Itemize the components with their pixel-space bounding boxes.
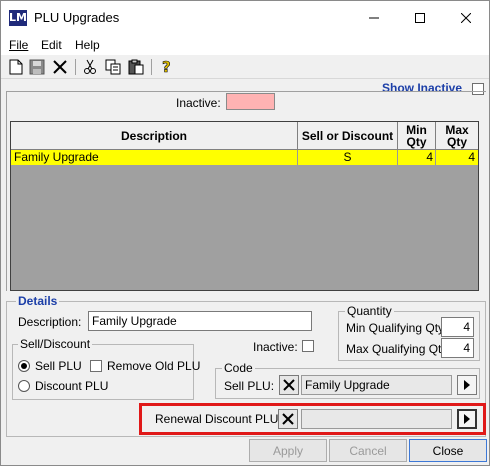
save-icon [29,59,45,75]
menu-edit-label: Edit [41,38,62,52]
menu-file-label: File [9,38,29,52]
code-legend: Code [222,361,255,375]
highlight-box [139,403,486,435]
toolbar-separator [151,59,152,75]
svg-text:?: ? [162,59,171,75]
delete-icon [53,60,67,74]
maximize-button[interactable] [397,1,443,35]
close-icon [461,13,471,23]
toolbar: ? [1,55,489,79]
inactive-legend-label: Inactive: [176,96,221,110]
column-header-description[interactable]: Description [11,122,298,150]
close-window-button[interactable] [443,1,489,35]
new-button[interactable] [7,58,25,76]
sell-discount-legend: Sell/Discount [18,337,93,351]
title-bar: LM PLU Upgrades [1,1,489,35]
cancel-button[interactable]: Cancel [329,439,407,462]
save-button[interactable] [28,58,46,76]
description-input[interactable]: Family Upgrade [88,311,312,331]
toolbar-separator [75,59,76,75]
menu-help[interactable]: Help [75,38,100,52]
menu-file[interactable]: File [9,38,28,52]
details-inactive-label: Inactive: [253,340,298,354]
column-header-max-qty[interactable]: Max Qty [436,122,478,150]
plu-upgrades-window: LM PLU Upgrades File Edit Help ? Show In… [0,0,490,466]
inactive-color-swatch [226,93,275,110]
minimize-button[interactable] [351,1,397,35]
quantity-legend: Quantity [345,304,394,318]
details-legend: Details [16,294,60,308]
copy-icon [105,59,121,75]
cell-max-qty: 4 [468,150,475,164]
max-qualifying-qty-input[interactable]: 4 [441,338,474,358]
details-inactive-checkbox[interactable] [302,340,314,352]
paste-icon [128,59,144,75]
cut-button[interactable] [81,58,99,76]
cut-icon [84,59,96,74]
sell-plu-field[interactable]: Family Upgrade [301,375,452,395]
apply-button[interactable]: Apply [249,439,327,462]
menu-help-label: Help [75,38,100,52]
delete-button[interactable] [51,58,69,76]
discount-plu-radio[interactable] [18,380,30,392]
remove-old-plu-label: Remove Old PLU [107,359,201,373]
clear-sell-plu-button[interactable] [279,375,299,395]
sell-plu-radio[interactable] [18,360,30,372]
table-row[interactable]: Family Upgrade S 4 4 [11,150,478,165]
min-qualifying-qty-input[interactable]: 4 [441,317,474,337]
sell-plu-label: Sell PLU: [224,379,275,393]
help-button[interactable]: ? [158,58,176,76]
remove-old-plu-checkbox[interactable] [90,360,102,372]
sell-plu-radio-label: Sell PLU [35,359,82,373]
copy-button[interactable] [104,58,122,76]
minimize-icon [369,17,379,19]
window-title: PLU Upgrades [34,10,120,25]
help-icon: ? [162,59,171,75]
column-header-sell-or-discount[interactable]: Sell or Discount [298,122,398,150]
close-button[interactable]: Close [409,439,487,462]
arrow-right-icon [464,380,470,390]
sell-plu-lookup-button[interactable] [457,375,477,395]
menu-edit[interactable]: Edit [41,38,62,52]
new-icon [9,59,23,75]
min-qualifying-qty-label: Min Qualifying Qty: [346,321,448,335]
cell-sell-or-discount: S [298,150,398,165]
app-icon: LM [9,10,27,26]
column-header-min-qty[interactable]: Min Qty [398,122,436,150]
max-qualifying-qty-label: Max Qualifying Qty: [346,342,451,356]
description-label: Description: [18,315,82,329]
cell-min-qty: 4 [398,150,436,165]
paste-button[interactable] [127,58,145,76]
clear-icon [283,379,295,391]
plu-upgrades-grid[interactable]: Description Sell or Discount Min Qty Max… [10,121,479,291]
maximize-icon [415,13,425,23]
menu-bar: File Edit Help [1,35,489,55]
cell-description: Family Upgrade [11,150,298,165]
discount-plu-radio-label: Discount PLU [35,379,109,393]
